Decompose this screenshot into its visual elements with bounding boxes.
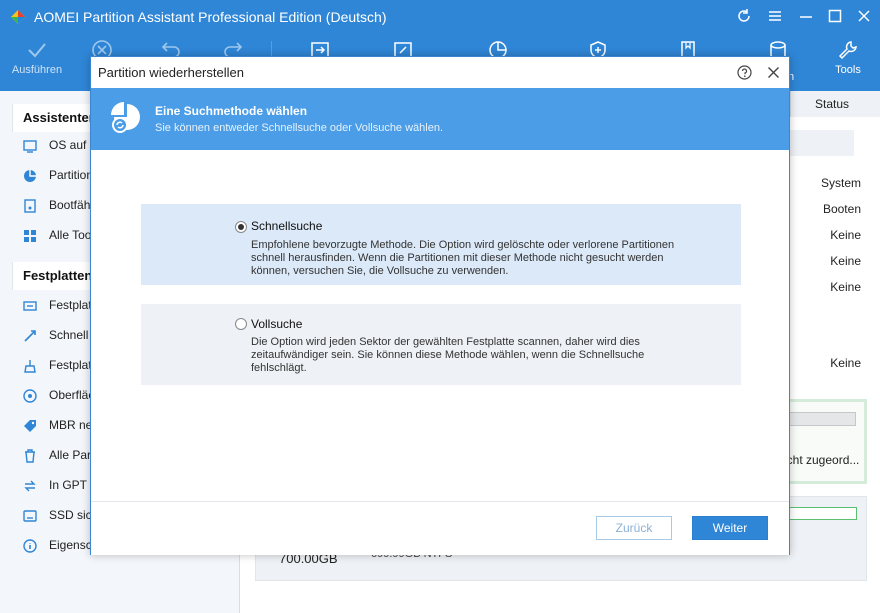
partition-recovery-icon — [22, 168, 38, 184]
dialog-close-icon[interactable] — [765, 64, 782, 81]
dialog-header-title: Eine Suchmethode wählen — [155, 104, 308, 118]
sidebar-item-label: Oberfläc — [49, 388, 95, 402]
disk-copy-icon — [22, 298, 38, 314]
aomei-logo-icon — [10, 9, 26, 28]
full-search-label[interactable]: Vollsuche — [251, 317, 302, 331]
tools-label: Tools — [835, 64, 861, 76]
migrate-icon — [22, 138, 38, 154]
quick-search-description: Empfohlene bevorzugte Methode. Die Optio… — [251, 239, 675, 277]
status-cell: Keine — [830, 228, 861, 242]
quick-search-radio[interactable] — [235, 221, 247, 233]
sidebar-item-bootable[interactable]: Bootfähi — [22, 194, 93, 216]
tag-icon — [22, 418, 38, 434]
quick-partition-icon — [22, 328, 38, 344]
convert-icon — [22, 478, 38, 494]
next-button[interactable]: Weiter — [692, 516, 768, 540]
sidebar-item-properties[interactable]: Eigensch — [22, 534, 98, 556]
dialog-header: Eine Suchmethode wählen Sie können entwe… — [91, 88, 789, 150]
status-column-header[interactable]: Status — [790, 91, 880, 117]
app-title: AOMEI Partition Assistant Professional E… — [34, 9, 387, 25]
properties-icon — [22, 538, 38, 554]
table-row-highlight — [790, 130, 854, 156]
trash-icon — [22, 448, 38, 464]
sidebar-item-disk-wipe[interactable]: Festplat — [22, 354, 92, 376]
bootable-disk-icon — [22, 198, 38, 214]
dialog-titlebar: Partition wiederherstellen — [91, 57, 789, 88]
status-cell: Booten — [822, 202, 861, 216]
full-search-radio[interactable] — [235, 318, 247, 330]
sidebar-item-label: Partition — [49, 168, 94, 182]
help-icon[interactable] — [736, 64, 753, 81]
status-cell: System — [820, 176, 861, 190]
sidebar-item-label: Festplat — [49, 358, 92, 372]
status-cell: Keine — [830, 280, 861, 294]
partition-restore-icon — [109, 100, 145, 139]
full-search-description: Die Option wird jeden Sektor der gewählt… — [251, 336, 645, 374]
grid-icon — [22, 228, 38, 244]
sidebar-item-rebuild-mbr[interactable]: MBR neu — [22, 414, 99, 436]
wrench-icon — [838, 41, 857, 60]
close-icon[interactable] — [855, 7, 873, 25]
sidebar-item-quick-partition[interactable]: Schnell p — [22, 324, 98, 346]
sidebar-item-delete-all[interactable]: Alle Partit — [22, 444, 100, 466]
checkmark-icon — [28, 43, 46, 58]
sidebar-item-label: Festplat — [49, 298, 92, 312]
quick-search-label[interactable]: Schnellsuche — [251, 219, 322, 233]
sidebar-item-ssd-erase[interactable]: SSD sich — [22, 504, 98, 526]
refresh-icon[interactable] — [735, 7, 753, 25]
app-titlebar: AOMEI Partition Assistant Professional E… — [0, 0, 880, 33]
sidebar-item-partition-recovery[interactable]: Partition — [22, 164, 93, 186]
sidebar-item-os-migrate[interactable]: OS auf S — [22, 134, 98, 156]
surface-test-icon — [22, 388, 38, 404]
status-cell: Keine — [830, 254, 861, 268]
dialog-header-subtitle: Sie können entweder Schnellsuche oder Vo… — [155, 122, 444, 134]
sidebar-item-disk-copy[interactable]: Festplat — [22, 294, 92, 316]
sidebar-item-all-tools[interactable]: Alle Tool — [22, 224, 94, 246]
unallocated-bar — [789, 412, 856, 426]
sidebar-item-surface-test[interactable]: Oberfläc — [22, 384, 94, 406]
sidebar-item-label: Alle Tool — [49, 228, 95, 242]
tools-button[interactable]: Tools — [828, 33, 868, 91]
dialog-footer: Zurück Weiter — [91, 501, 789, 555]
sidebar-item-label: Bootfähi — [49, 198, 94, 212]
partition-recovery-dialog: Partition wiederherstellen Eine Suchmeth… — [90, 56, 790, 555]
maximize-icon[interactable] — [826, 7, 844, 25]
option-full-search[interactable]: Vollsuche Die Option wird jeden Sektor d… — [141, 304, 741, 385]
apply-label: Ausführen — [11, 64, 63, 76]
dialog-title: Partition wiederherstellen — [98, 65, 244, 80]
minimize-icon[interactable] — [797, 7, 815, 25]
menu-icon[interactable] — [766, 7, 784, 25]
ntfs-partition-bar — [788, 507, 857, 520]
status-cell: Keine — [830, 356, 861, 370]
broom-icon — [22, 358, 38, 374]
option-quick-search[interactable]: Schnellsuche Empfohlene bevorzugte Metho… — [141, 204, 741, 285]
back-button[interactable]: Zurück — [596, 516, 672, 540]
unallocated-label: icht zugeord... — [784, 453, 860, 467]
sidebar-item-convert-gpt[interactable]: In GPT k — [22, 474, 96, 496]
ssd-icon — [22, 508, 38, 524]
apply-button[interactable]: Ausführen — [8, 33, 66, 91]
